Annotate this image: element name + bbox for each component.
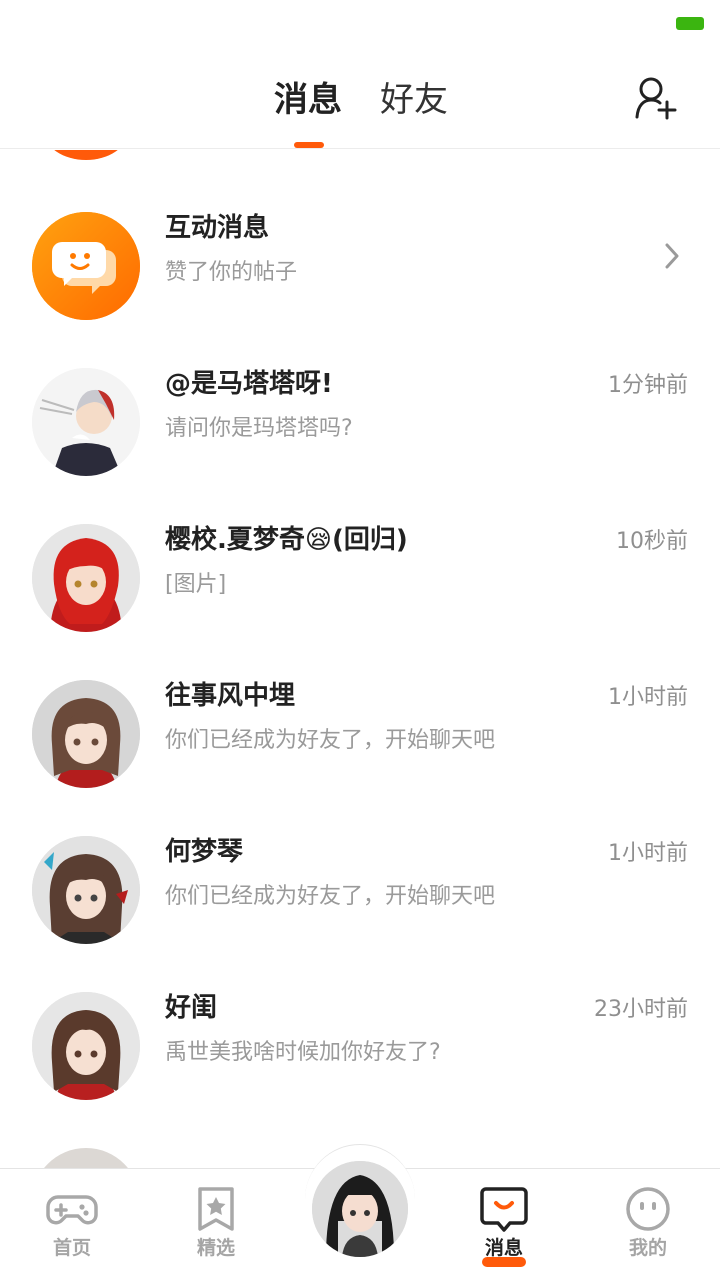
tab-friends[interactable]: 好友 — [380, 78, 448, 122]
tab-messages[interactable]: 消息 — [274, 78, 342, 122]
conversation-title: 互动消息 — [165, 213, 270, 243]
conversation-title: 樱校.夏梦奇😪(回归) — [165, 525, 408, 555]
nav-label: 精选 — [196, 1237, 235, 1259]
avatar — [44, 150, 128, 160]
conversation-time: 10秒前 — [616, 529, 688, 554]
conversation-title: @是马塔塔呀! — [165, 369, 333, 399]
conversation-time: 1小时前 — [608, 841, 688, 866]
conversation-preview: 你们已经成为好友了，开始聊天吧 — [165, 884, 496, 909]
chat-bubble-icon — [480, 1187, 528, 1232]
nav-label: 我的 — [628, 1237, 667, 1259]
list-item[interactable]: 何梦琴 你们已经成为好友了，开始聊天吧 1小时前 — [0, 824, 720, 980]
conversation-time: 23小时前 — [594, 997, 688, 1022]
conversation-preview: 你们已经成为好友了，开始聊天吧 — [165, 728, 496, 753]
nav-messages[interactable]: 消息 — [432, 1169, 576, 1280]
profile-avatar[interactable] — [312, 1161, 408, 1257]
conversation-preview: 赞了你的帖子 — [165, 260, 298, 285]
status-bar — [0, 0, 720, 50]
list-item[interactable]: 往事风中埋 你们已经成为好友了，开始聊天吧 1小时前 — [0, 668, 720, 824]
active-tab-indicator — [482, 1257, 526, 1267]
star-bookmark-icon — [198, 1187, 234, 1231]
conversation-title: 往事风中埋 — [165, 681, 296, 711]
conversation-preview: [图片] — [165, 572, 227, 597]
list-item[interactable]: 樱校.夏梦奇😪(回归) [图片] 10秒前 — [0, 512, 720, 668]
conversation-time: 1分钟前 — [608, 373, 688, 398]
avatar — [32, 836, 140, 944]
nav-profile[interactable]: 我的 — [576, 1169, 720, 1280]
smiley-face-icon — [626, 1187, 670, 1231]
nav-home[interactable]: 首页 — [0, 1169, 144, 1280]
conversation-time: 1小时前 — [608, 685, 688, 710]
conversation-title: 何梦琴 — [165, 837, 244, 867]
interaction-icon — [32, 212, 140, 320]
list-item[interactable]: @是马塔塔呀! 请问你是玛塔塔吗? 1分钟前 — [0, 356, 720, 512]
list-item[interactable]: 互动消息 赞了你的帖子 — [0, 200, 720, 356]
avatar — [32, 992, 140, 1100]
avatar — [32, 680, 140, 788]
avatar — [32, 524, 140, 632]
conversation-title: 好闺 — [165, 993, 218, 1023]
conversation-preview: 禹世美我啥时候加你好友了? — [165, 1040, 441, 1065]
list-item[interactable]: 好闺 禹世美我啥时候加你好友了? 23小时前 — [0, 980, 720, 1136]
avatar — [32, 1148, 140, 1168]
conversation-list[interactable]: 互动消息 赞了你的帖子 @是马塔塔呀! 请问你是玛塔塔吗? 1分钟前 樱校.夏梦… — [0, 150, 720, 1168]
active-tab-indicator — [294, 142, 324, 148]
nav-featured[interactable]: 精选 — [144, 1169, 288, 1280]
nav-label: 首页 — [52, 1237, 91, 1259]
chevron-right-icon — [665, 243, 679, 269]
avatar — [32, 368, 140, 476]
header: 消息 好友 — [0, 50, 720, 149]
battery-icon — [676, 17, 704, 30]
add-user-icon[interactable] — [634, 75, 680, 121]
gamepad-icon — [46, 1195, 98, 1225]
conversation-preview: 请问你是玛塔塔吗? — [165, 416, 353, 441]
